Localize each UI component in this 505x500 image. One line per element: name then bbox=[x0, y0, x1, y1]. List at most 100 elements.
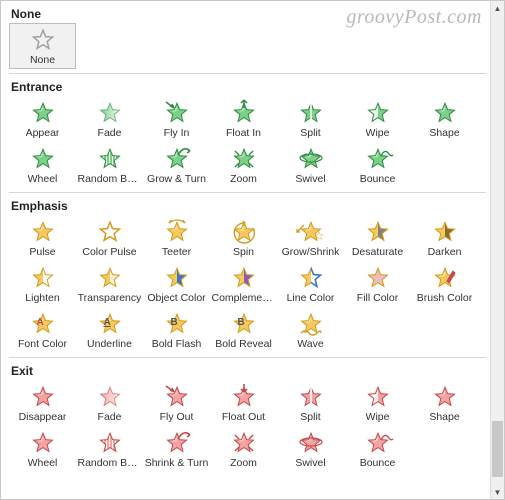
star-icon: A bbox=[95, 311, 125, 337]
effect-emphasis-pulse[interactable]: Pulse bbox=[9, 215, 76, 261]
effect-exit-swivel[interactable]: Swivel bbox=[277, 426, 344, 472]
star-icon bbox=[229, 265, 259, 291]
star-icon bbox=[229, 146, 259, 172]
star-icon bbox=[162, 265, 192, 291]
star-icon bbox=[162, 384, 192, 410]
effect-label: Fade bbox=[98, 127, 122, 139]
effect-label: Desaturate bbox=[352, 246, 403, 258]
effect-label: Wave bbox=[297, 338, 323, 350]
scroll-thumb[interactable] bbox=[492, 421, 503, 477]
effect-exit-shrink-turn[interactable]: Shrink & Turn bbox=[143, 426, 210, 472]
effect-emphasis-desaturate[interactable]: Desaturate bbox=[344, 215, 411, 261]
star-icon bbox=[95, 100, 125, 126]
effect-entrance-wheel[interactable]: Wheel bbox=[9, 142, 76, 188]
star-icon bbox=[95, 384, 125, 410]
effect-entrance-bounce[interactable]: Bounce bbox=[344, 142, 411, 188]
effect-emphasis-spin[interactable]: Spin bbox=[210, 215, 277, 261]
effect-exit-zoom[interactable]: Zoom bbox=[210, 426, 277, 472]
effect-entrance-wipe[interactable]: Wipe bbox=[344, 96, 411, 142]
effect-entrance-shape[interactable]: Shape bbox=[411, 96, 478, 142]
effect-label: Appear bbox=[26, 127, 60, 139]
effect-exit-fly-out[interactable]: Fly Out bbox=[143, 380, 210, 426]
effect-emphasis-fill-color[interactable]: Fill Color bbox=[344, 261, 411, 307]
effect-emphasis-object-color[interactable]: Object Color bbox=[143, 261, 210, 307]
effect-entrance-swivel[interactable]: Swivel bbox=[277, 142, 344, 188]
star-icon bbox=[28, 27, 58, 53]
effect-exit-wheel[interactable]: Wheel bbox=[9, 426, 76, 472]
effect-label: Bold Reveal bbox=[215, 338, 272, 350]
effect-label: None bbox=[30, 54, 55, 66]
effect-label: Bold Flash bbox=[152, 338, 202, 350]
star-icon bbox=[95, 219, 125, 245]
effect-exit-random-bars[interactable]: Random Bars bbox=[76, 426, 143, 472]
effect-entrance-fly-in[interactable]: Fly In bbox=[143, 96, 210, 142]
effect-label: Random Bars bbox=[78, 173, 142, 185]
effect-exit-float-out[interactable]: Float Out bbox=[210, 380, 277, 426]
effect-emphasis-underline[interactable]: AUnderline bbox=[76, 307, 143, 353]
star-icon bbox=[430, 100, 460, 126]
effect-emphasis-teeter[interactable]: Teeter bbox=[143, 215, 210, 261]
star-icon bbox=[162, 430, 192, 456]
effect-exit-wipe[interactable]: Wipe bbox=[344, 380, 411, 426]
scroll-track[interactable] bbox=[491, 15, 504, 485]
star-icon bbox=[95, 265, 125, 291]
effect-emphasis-wave[interactable]: Wave bbox=[277, 307, 344, 353]
star-icon bbox=[95, 430, 125, 456]
star-icon bbox=[162, 219, 192, 245]
effect-label: Wipe bbox=[366, 127, 390, 139]
section-grid-emphasis: Pulse Color Pulse Teeter Spin bbox=[9, 215, 486, 353]
effect-label: Fill Color bbox=[357, 292, 398, 304]
effect-label: Color Pulse bbox=[82, 246, 136, 258]
effect-label: Font Color bbox=[18, 338, 67, 350]
scroll-down-button[interactable]: ▼ bbox=[491, 485, 504, 499]
effect-exit-bounce[interactable]: Bounce bbox=[344, 426, 411, 472]
animation-gallery-panel: groovyPost.com NoneNoneEntrance Appear F… bbox=[0, 0, 505, 500]
effect-emphasis-color-pulse[interactable]: Color Pulse bbox=[76, 215, 143, 261]
effect-label: Brush Color bbox=[417, 292, 472, 304]
effect-entrance-fade[interactable]: Fade bbox=[76, 96, 143, 142]
effect-exit-shape[interactable]: Shape bbox=[411, 380, 478, 426]
effect-none-none[interactable]: None bbox=[9, 23, 76, 69]
effect-label: Teeter bbox=[162, 246, 191, 258]
effect-entrance-grow-turn[interactable]: Grow & Turn bbox=[143, 142, 210, 188]
vertical-scrollbar[interactable]: ▲ ▼ bbox=[490, 1, 504, 499]
effect-exit-disappear[interactable]: Disappear bbox=[9, 380, 76, 426]
star-icon bbox=[430, 219, 460, 245]
effect-emphasis-line-color[interactable]: Line Color bbox=[277, 261, 344, 307]
effect-emphasis-lighten[interactable]: Lighten bbox=[9, 261, 76, 307]
effect-emphasis-bold-reveal[interactable]: BBold Reveal bbox=[210, 307, 277, 353]
effect-label: Split bbox=[300, 411, 320, 423]
effect-emphasis-darken[interactable]: Darken bbox=[411, 215, 478, 261]
effect-emphasis-brush-color[interactable]: Brush Color bbox=[411, 261, 478, 307]
star-icon bbox=[363, 146, 393, 172]
star-icon bbox=[28, 265, 58, 291]
star-icon bbox=[28, 430, 58, 456]
effect-entrance-split[interactable]: Split bbox=[277, 96, 344, 142]
effect-label: Transparency bbox=[78, 292, 142, 304]
effect-label: Shape bbox=[429, 127, 459, 139]
star-icon bbox=[229, 100, 259, 126]
star-icon bbox=[95, 146, 125, 172]
effect-entrance-random-bars[interactable]: Random Bars bbox=[76, 142, 143, 188]
effect-emphasis-transparency[interactable]: Transparency bbox=[76, 261, 143, 307]
effect-label: Wheel bbox=[28, 457, 58, 469]
effect-label: Bounce bbox=[360, 173, 396, 185]
star-icon bbox=[363, 265, 393, 291]
effect-emphasis-grow-shrink[interactable]: Grow/Shrink bbox=[277, 215, 344, 261]
effect-label: Wheel bbox=[28, 173, 58, 185]
effect-label: Shrink & Turn bbox=[145, 457, 209, 469]
effect-label: Object Color bbox=[147, 292, 205, 304]
section-header-emphasis: Emphasis bbox=[9, 197, 486, 215]
star-icon bbox=[363, 219, 393, 245]
scroll-up-button[interactable]: ▲ bbox=[491, 1, 504, 15]
effect-exit-split[interactable]: Split bbox=[277, 380, 344, 426]
effect-entrance-float-in[interactable]: Float In bbox=[210, 96, 277, 142]
effect-entrance-zoom[interactable]: Zoom bbox=[210, 142, 277, 188]
effect-label: Swivel bbox=[295, 173, 325, 185]
effect-entrance-appear[interactable]: Appear bbox=[9, 96, 76, 142]
effect-exit-fade[interactable]: Fade bbox=[76, 380, 143, 426]
effect-emphasis-bold-flash[interactable]: BBold Flash bbox=[143, 307, 210, 353]
effect-emphasis-complemen[interactable]: Complemen... bbox=[210, 261, 277, 307]
effect-emphasis-font-color[interactable]: AFont Color bbox=[9, 307, 76, 353]
effect-label: Grow & Turn bbox=[147, 173, 206, 185]
